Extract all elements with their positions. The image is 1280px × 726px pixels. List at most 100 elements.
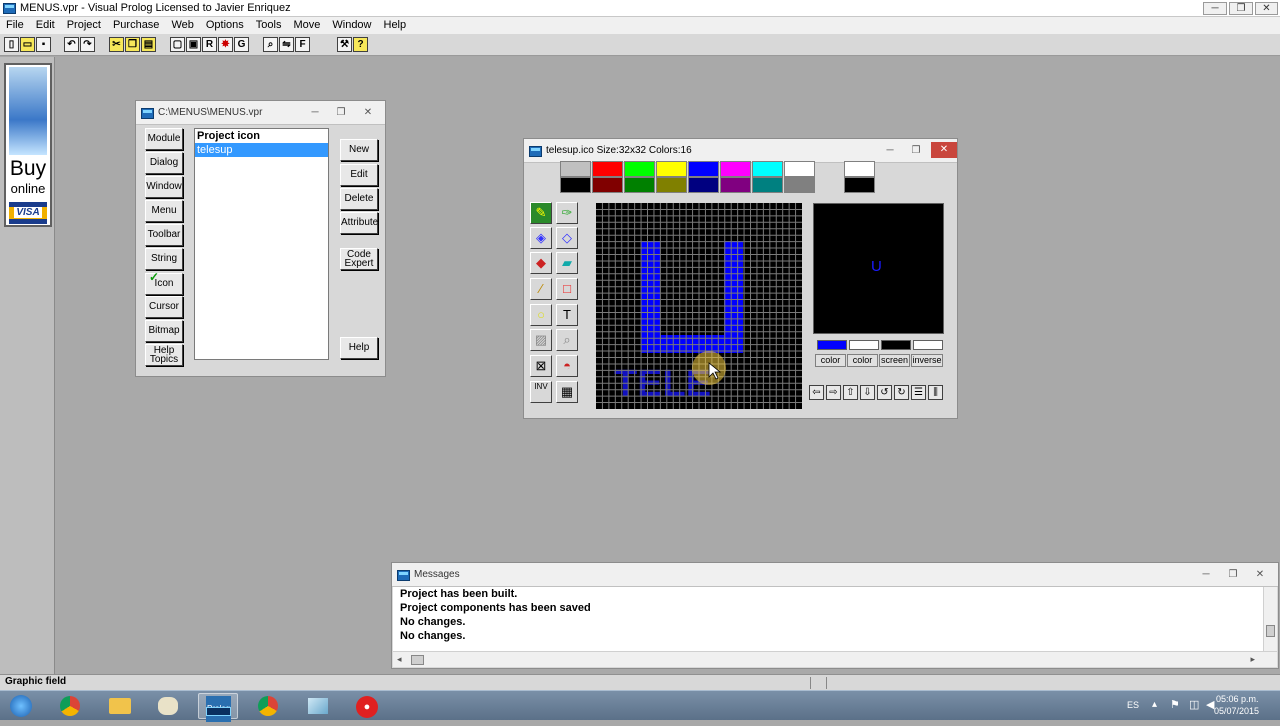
menu-move[interactable]: Move	[287, 17, 326, 34]
list-item-project-icon[interactable]: Project icon	[195, 129, 328, 143]
help-icon[interactable]: ?	[353, 37, 368, 52]
color-swatch-inverse[interactable]	[913, 340, 943, 350]
menu-file[interactable]: File	[0, 17, 30, 34]
run-icon[interactable]: R	[202, 37, 217, 52]
save-icon[interactable]: ▪	[36, 37, 51, 52]
debug-icon[interactable]: ✸	[218, 37, 233, 52]
clock-time[interactable]: 05:06 p.m.	[1216, 694, 1259, 704]
find-icon[interactable]: F	[295, 37, 310, 52]
line-tool-icon[interactable]: ∕	[530, 278, 552, 300]
messages-output[interactable]: Project has been built. Project componen…	[393, 587, 1263, 651]
paint-taskbar-icon[interactable]	[148, 693, 188, 719]
prolog-taskbar-button[interactable]: Prolog	[198, 693, 238, 722]
toolbar-button[interactable]: Toolbar	[145, 224, 183, 246]
new-file-icon[interactable]: ▯	[4, 37, 19, 52]
grammar-icon[interactable]: G	[234, 37, 249, 52]
menu-web[interactable]: Web	[165, 17, 199, 34]
select-tool-icon[interactable]: ▨	[530, 329, 552, 351]
eraser-tool-icon[interactable]: ◆	[530, 252, 552, 274]
menu-tools[interactable]: Tools	[250, 17, 288, 34]
project-minimize-button[interactable]: ─	[305, 107, 325, 119]
delete-button[interactable]: Delete	[340, 188, 378, 210]
flag-icon[interactable]: ⚑	[1170, 698, 1180, 711]
explorer-taskbar-icon[interactable]	[100, 693, 140, 719]
start-button[interactable]	[2, 693, 40, 719]
menu-options[interactable]: Options	[200, 17, 250, 34]
show-hidden-icons[interactable]: ▴	[1152, 699, 1157, 710]
dialog-button[interactable]: Dialog	[145, 152, 183, 174]
redo-icon[interactable]: ↷	[80, 37, 95, 52]
shift-up-icon[interactable]: ⇧	[843, 385, 858, 400]
fill-alt-tool-icon[interactable]: ◇	[556, 227, 578, 249]
close-button[interactable]: ✕	[1255, 2, 1278, 15]
palette-color-swatch[interactable]	[592, 161, 623, 177]
ellipse-tool-icon[interactable]: ○	[530, 304, 552, 326]
color-swatch-blue[interactable]	[817, 340, 847, 350]
bitmap-button[interactable]: Bitmap	[145, 320, 183, 342]
icon-canvas[interactable]: TELE	[596, 203, 802, 409]
menu-window[interactable]: Window	[326, 17, 377, 34]
palette-color-swatch[interactable]	[592, 177, 623, 193]
messages-horizontal-scrollbar[interactable]: ◂ ▸	[393, 651, 1277, 667]
text-tool-icon[interactable]: T	[556, 304, 578, 326]
background-color-swatch[interactable]	[844, 177, 875, 193]
window-app-taskbar-icon[interactable]	[298, 693, 338, 719]
fill-tool-icon[interactable]: ◈	[530, 227, 552, 249]
dropper-tool-icon[interactable]: ✑	[556, 202, 578, 224]
tools-icon[interactable]: ⚒	[337, 37, 352, 52]
palette-color-swatch[interactable]	[560, 161, 591, 177]
flip-vertical-icon[interactable]: ⫼	[928, 385, 943, 400]
scroll-right-icon[interactable]: ▸	[1250, 654, 1255, 665]
resource-list[interactable]: Project icon telesup	[194, 128, 329, 360]
palette-color-swatch[interactable]	[688, 177, 719, 193]
cut-icon[interactable]: ✂	[109, 37, 124, 52]
shift-left-icon[interactable]: ⇦	[809, 385, 824, 400]
palette-color-swatch[interactable]	[784, 161, 815, 177]
cursor-button[interactable]: Cursor	[145, 296, 183, 318]
project-close-button[interactable]: ✕	[358, 107, 378, 119]
minimize-button[interactable]: ─	[1203, 2, 1227, 15]
compile-icon[interactable]: ▢	[170, 37, 185, 52]
clock-date[interactable]: 05/07/2015	[1214, 706, 1259, 716]
rotate-left-icon[interactable]: ↺	[877, 385, 892, 400]
menu-edit[interactable]: Edit	[30, 17, 61, 34]
messages-close-button[interactable]: ✕	[1250, 569, 1270, 581]
list-item-telesup[interactable]: telesup	[195, 143, 328, 157]
chrome-taskbar-icon[interactable]	[50, 693, 90, 719]
replace-icon[interactable]: ⇋	[279, 37, 294, 52]
scroll-left-icon[interactable]: ◂	[397, 654, 402, 665]
search-icon[interactable]: ⌕	[263, 37, 278, 52]
messages-vertical-scrollbar[interactable]	[1263, 587, 1277, 651]
palette-color-swatch[interactable]	[720, 161, 751, 177]
messages-maximize-button[interactable]: ❐	[1223, 569, 1243, 581]
build-icon[interactable]: ▣	[186, 37, 201, 52]
palette-color-swatch[interactable]	[784, 177, 815, 193]
open-file-icon[interactable]: ▭	[20, 37, 35, 52]
buy-online-ad[interactable]: Buy online VISA	[4, 63, 52, 227]
menu-help[interactable]: Help	[378, 17, 413, 34]
color-swatch-screen[interactable]	[881, 340, 911, 350]
pencil-tool-icon[interactable]: ✎	[530, 202, 552, 224]
icon-editor-close-button[interactable]: ✕	[931, 142, 957, 158]
new-button[interactable]: New	[340, 139, 378, 161]
attribute-button[interactable]: Attribute	[340, 212, 378, 234]
rectangle-tool-icon[interactable]: □	[556, 278, 578, 300]
foreground-color-swatch[interactable]	[844, 161, 875, 177]
palette-color-swatch[interactable]	[656, 177, 687, 193]
palette-color-swatch[interactable]	[624, 177, 655, 193]
undo-icon[interactable]: ↶	[64, 37, 79, 52]
palette-color-swatch[interactable]	[656, 161, 687, 177]
code-expert-button[interactable]: Code Expert	[340, 248, 378, 270]
project-maximize-button[interactable]: ❐	[331, 107, 351, 119]
paste-icon[interactable]: ▤	[141, 37, 156, 52]
maximize-button[interactable]: ❐	[1229, 2, 1253, 15]
palette-color-swatch[interactable]	[752, 161, 783, 177]
palette-color-swatch[interactable]	[624, 161, 655, 177]
module-button[interactable]: Module	[145, 128, 183, 150]
rotate-right-icon[interactable]: ↻	[894, 385, 909, 400]
shift-right-icon[interactable]: ⇨	[826, 385, 841, 400]
edit-button[interactable]: Edit	[340, 164, 378, 186]
flip-horizontal-icon[interactable]: ☰	[911, 385, 926, 400]
help-topics-button[interactable]: Help Topics	[145, 344, 183, 366]
string-button[interactable]: String	[145, 248, 183, 270]
